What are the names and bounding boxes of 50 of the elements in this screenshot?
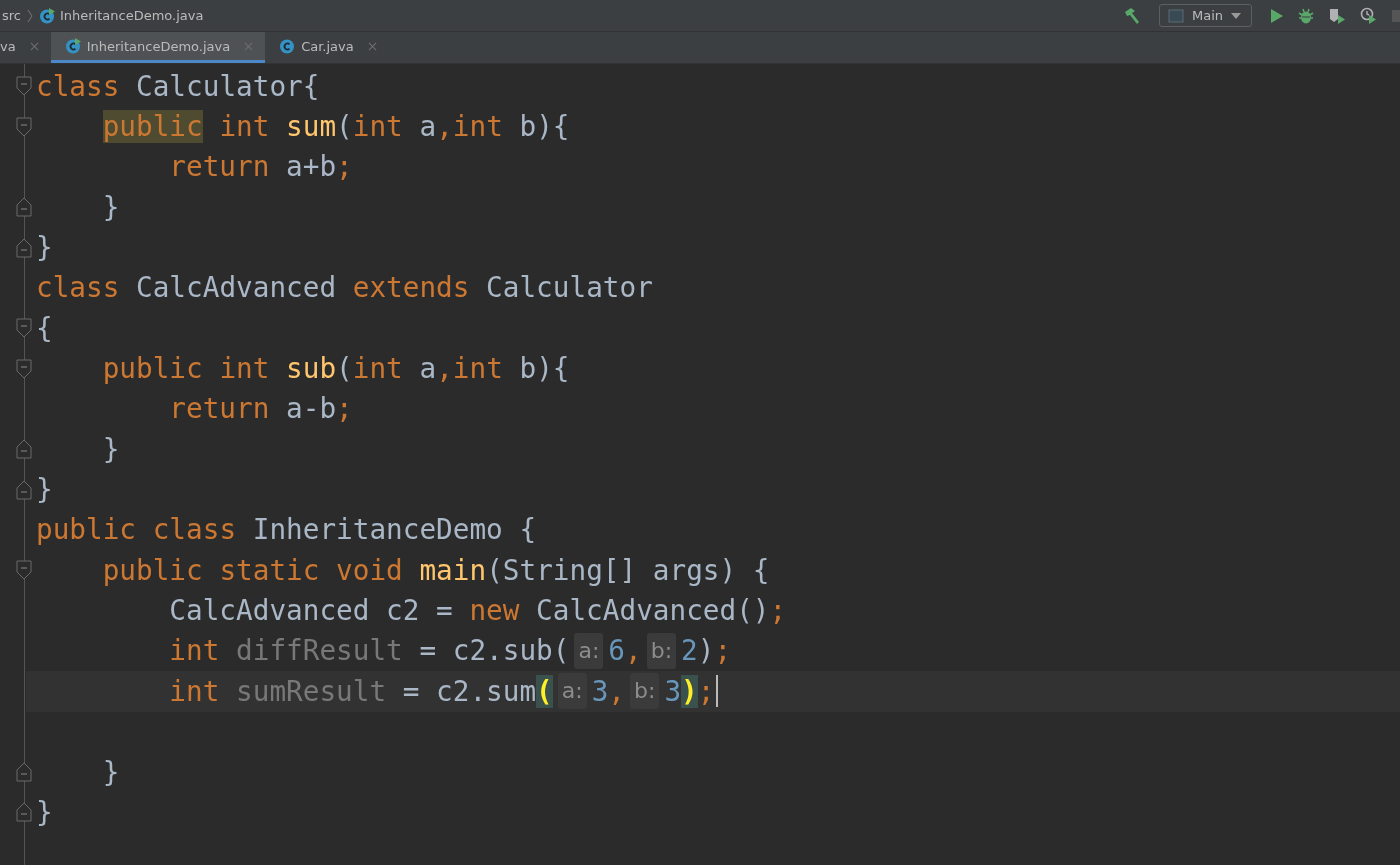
fold-marker-icon[interactable] xyxy=(16,116,32,137)
fold-marker-icon[interactable] xyxy=(16,197,32,218)
hammer-icon[interactable] xyxy=(1122,6,1141,25)
chevron-icon xyxy=(27,8,33,23)
code-line: public static void main(String[] args) { xyxy=(101,553,770,587)
code-line: } xyxy=(36,473,53,507)
code-line: CalcAdvanced c2 = new CalcAdvanced(); xyxy=(168,594,787,628)
breadcrumb-item[interactable]: src xyxy=(2,8,21,23)
fold-marker-icon[interactable] xyxy=(16,237,32,258)
fold-marker-icon[interactable] xyxy=(16,76,32,97)
editor-tab[interactable]: va xyxy=(0,32,51,63)
fold-marker-icon[interactable] xyxy=(16,762,32,782)
code-line: } xyxy=(101,432,120,466)
code-line: } xyxy=(101,190,120,224)
code-line: { xyxy=(36,311,53,345)
stop-icon[interactable] xyxy=(1392,9,1400,22)
bug-icon[interactable] xyxy=(1298,7,1314,24)
coverage-icon[interactable] xyxy=(1328,6,1346,25)
class-icon xyxy=(39,7,55,24)
fold-marker-icon[interactable] xyxy=(16,802,32,823)
run-icon[interactable] xyxy=(1270,7,1284,24)
run-configuration-dropdown[interactable]: Main xyxy=(1158,4,1252,27)
close-icon[interactable] xyxy=(367,41,377,51)
profiler-icon[interactable] xyxy=(1360,6,1378,25)
window-icon xyxy=(1167,8,1184,23)
code-line: } xyxy=(36,231,53,265)
code-line: } xyxy=(36,795,53,829)
code-line: class CalcAdvanced extends Calculator xyxy=(36,271,653,305)
code-line: public class InheritanceDemo { xyxy=(36,513,537,547)
code-line: class Calculator{ xyxy=(36,69,320,103)
close-icon[interactable] xyxy=(29,41,39,51)
fold-marker-icon[interactable] xyxy=(16,358,32,379)
code-line: } xyxy=(101,755,120,789)
fold-marker-icon[interactable] xyxy=(16,318,32,339)
fold-marker-icon[interactable] xyxy=(16,479,32,500)
code-line: public int sub(int a,int b){ xyxy=(101,352,570,386)
code-line: int sumResult = c2.sum( a: 3, b: 3); xyxy=(36,673,719,710)
editor-tab[interactable]: Car.java xyxy=(265,32,389,63)
class-icon xyxy=(279,38,296,54)
editor-tab[interactable]: InheritanceDemo.java xyxy=(50,32,266,63)
class-icon xyxy=(64,38,81,54)
caret-icon xyxy=(1231,12,1241,19)
code-line: return a+b; xyxy=(168,150,353,184)
code-line: return a-b; xyxy=(168,392,353,426)
code-line: int diffResult = c2.sub( a: 6, b: 2); xyxy=(168,633,732,669)
code-line: public int sum(int a,int b){ xyxy=(101,110,570,143)
close-icon[interactable] xyxy=(244,41,254,51)
fold-marker-icon[interactable] xyxy=(16,560,32,581)
fold-marker-icon[interactable] xyxy=(16,439,32,460)
breadcrumb-item[interactable]: InheritanceDemo.java xyxy=(39,7,204,24)
